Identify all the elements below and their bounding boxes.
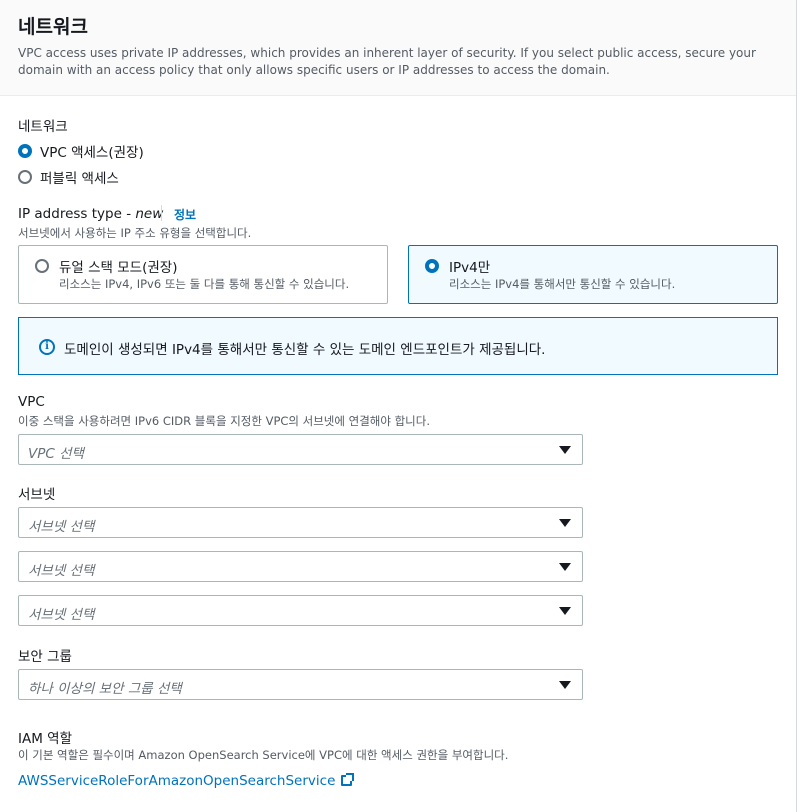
label-divider bbox=[161, 205, 162, 221]
network-label: 네트워크 bbox=[18, 119, 68, 135]
iam-role-hint: 이 기본 역할은 필수이며 Amazon OpenSearch Service에… bbox=[18, 748, 509, 762]
iam-role-link[interactable]: AWSServiceRoleForAmazonOpenSearchService bbox=[18, 773, 335, 789]
vpc-label: VPC bbox=[18, 394, 45, 410]
security-group-label: 보안 그룹 bbox=[18, 649, 72, 665]
ip-type-new-badge: new bbox=[135, 206, 164, 222]
subnet-select-placeholder: 서브넷 선택 bbox=[28, 519, 95, 535]
iam-role-link-row: AWSServiceRoleForAmazonOpenSearchService bbox=[18, 770, 355, 789]
info-alert: i 도메인이 생성되면 IPv4를 통해서만 통신할 수 있는 도메인 엔드포인… bbox=[18, 317, 778, 375]
tile-ipv4-only-desc: 리소스는 IPv4를 통해서만 통신할 수 있습니다. bbox=[449, 277, 676, 291]
info-icon: i bbox=[39, 339, 55, 355]
radio-public-access-label: 퍼블릭 액세스 bbox=[40, 171, 119, 187]
ip-type-info-link[interactable]: 정보 bbox=[174, 206, 196, 223]
caret-down-icon bbox=[559, 607, 571, 615]
vpc-select-placeholder: VPC 선택 bbox=[28, 446, 84, 462]
caret-down-icon bbox=[559, 563, 571, 571]
radio-vpc-access[interactable]: VPC 액세스(권장) bbox=[18, 141, 144, 161]
caret-down-icon bbox=[559, 519, 571, 527]
radio-button-unchecked[interactable] bbox=[35, 259, 49, 273]
subnet-select-3[interactable]: 서브넷 선택 bbox=[18, 595, 583, 626]
iam-role-label: IAM 역할 bbox=[18, 731, 72, 747]
vpc-hint: 이중 스택을 사용하려면 IPv6 CIDR 블록을 지정한 VPC의 서브넷에… bbox=[18, 414, 430, 428]
radio-vpc-access-label: VPC 액세스(권장) bbox=[40, 145, 144, 161]
subnet-select-placeholder: 서브넷 선택 bbox=[28, 607, 95, 623]
security-group-placeholder: 하나 이상의 보안 그룹 선택 bbox=[28, 681, 182, 697]
radio-button-unchecked[interactable] bbox=[18, 170, 32, 184]
radio-button-checked[interactable] bbox=[425, 259, 439, 273]
subnet-select-1[interactable]: 서브넷 선택 bbox=[18, 507, 583, 538]
tile-dual-stack-desc: 리소스는 IPv4, IPv6 또는 둘 다를 통해 통신할 수 있습니다. bbox=[59, 277, 350, 291]
subnet-select-2[interactable]: 서브넷 선택 bbox=[18, 551, 583, 582]
panel-description: VPC access uses private IP addresses, wh… bbox=[18, 46, 756, 77]
vpc-select[interactable]: VPC 선택 bbox=[18, 434, 583, 465]
tile-dual-stack[interactable]: 듀얼 스택 모드(권장) 리소스는 IPv4, IPv6 또는 둘 다를 통해 … bbox=[18, 245, 388, 304]
radio-public-access[interactable]: 퍼블릭 액세스 bbox=[18, 167, 119, 187]
tile-ipv4-only-title: IPv4만 bbox=[449, 260, 491, 276]
panel-header: 네트워크 VPC access uses private IP addresse… bbox=[0, 0, 796, 96]
subnet-select-placeholder: 서브넷 선택 bbox=[28, 563, 95, 579]
external-link-icon[interactable] bbox=[341, 773, 355, 786]
subnet-label: 서브넷 bbox=[18, 487, 56, 503]
ip-type-hint: 서브넷에서 사용하는 IP 주소 유형을 선택합니다. bbox=[18, 226, 252, 240]
radio-button-checked[interactable] bbox=[18, 144, 32, 158]
ip-type-label-text: IP address type - bbox=[18, 206, 136, 222]
info-alert-text: 도메인이 생성되면 IPv4를 통해서만 통신할 수 있는 도메인 엔드포인트가… bbox=[64, 342, 546, 358]
panel-title: 네트워크 bbox=[18, 16, 88, 38]
caret-down-icon bbox=[559, 681, 571, 689]
tile-ipv4-only[interactable]: IPv4만 리소스는 IPv4를 통해서만 통신할 수 있습니다. bbox=[408, 245, 778, 304]
security-group-select[interactable]: 하나 이상의 보안 그룹 선택 bbox=[18, 669, 583, 700]
caret-down-icon bbox=[559, 446, 571, 454]
tile-dual-stack-title: 듀얼 스택 모드(권장) bbox=[59, 260, 178, 276]
ip-type-label: IP address type - new bbox=[18, 206, 163, 222]
